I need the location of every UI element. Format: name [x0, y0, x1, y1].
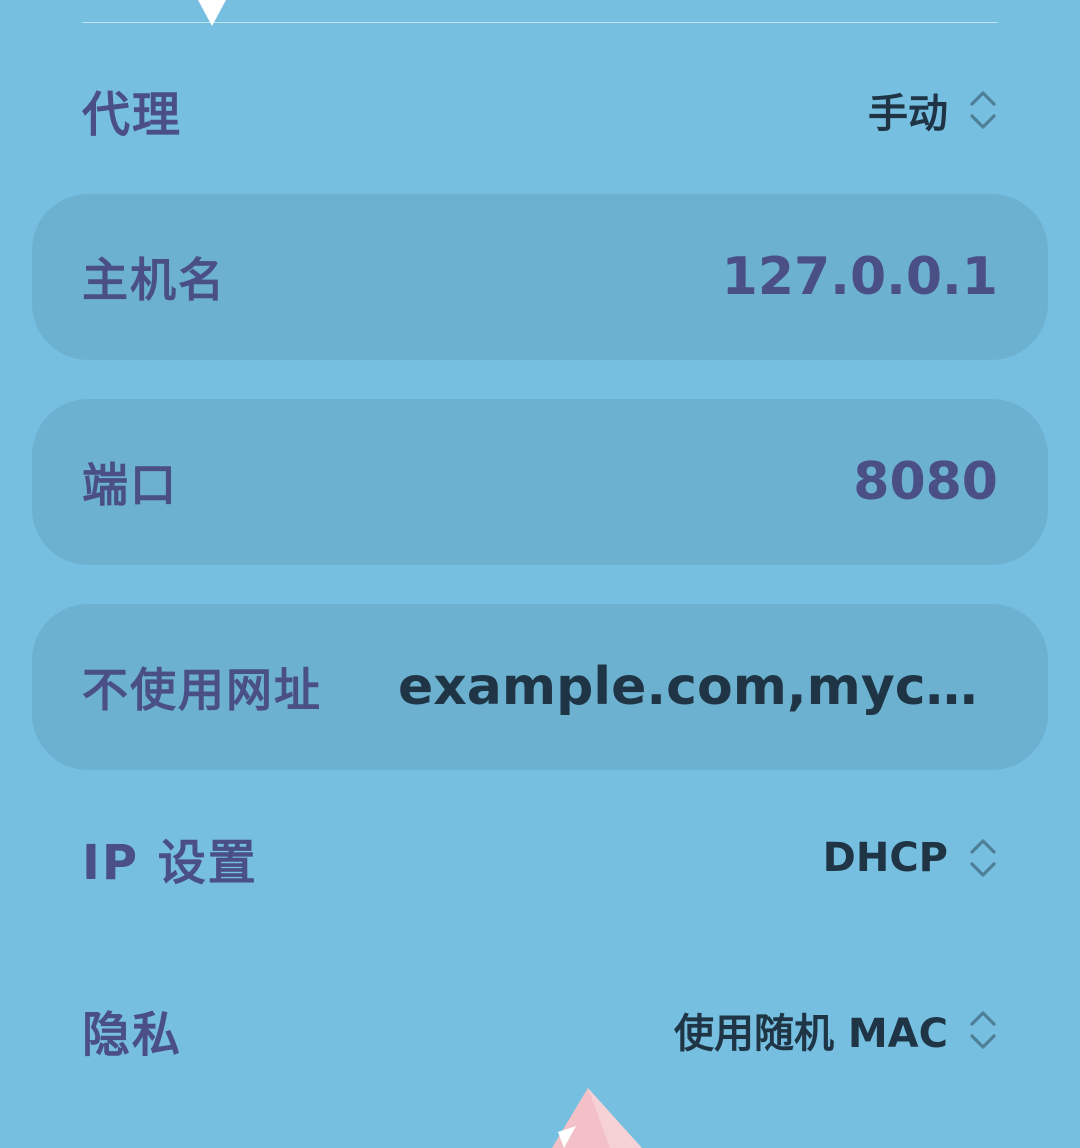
proxy-selector[interactable]: 手动 — [868, 81, 998, 139]
up-down-chevron-icon[interactable] — [968, 88, 998, 132]
ip-settings-selector[interactable]: DHCP — [823, 835, 998, 881]
dropdown-pointer — [198, 0, 226, 26]
proxy-label: 代理 — [82, 87, 183, 143]
hostname-label: 主机名 — [82, 253, 226, 307]
ip-settings-value[interactable]: DHCP — [823, 835, 948, 881]
proxy-value[interactable]: 手动 — [868, 81, 948, 139]
bypass-label: 不使用网址 — [82, 663, 322, 717]
port-field[interactable]: 端口 8080 — [32, 399, 1048, 565]
bypass-value[interactable]: example.com,myco... — [398, 657, 998, 717]
privacy-selector[interactable]: 使用随机 MAC — [674, 1001, 998, 1059]
decorative-paper-icon — [552, 1088, 642, 1148]
up-down-chevron-icon[interactable] — [968, 1008, 998, 1052]
hostname-value[interactable]: 127.0.0.1 — [722, 247, 998, 307]
privacy-label: 隐私 — [82, 1007, 183, 1063]
port-value[interactable]: 8080 — [853, 452, 998, 512]
bypass-field[interactable]: 不使用网址 example.com,myco... — [32, 604, 1048, 770]
privacy-row[interactable]: 隐私 使用随机 MAC — [82, 990, 998, 1070]
proxy-row[interactable]: 代理 手动 — [82, 72, 998, 148]
hostname-field[interactable]: 主机名 127.0.0.1 — [32, 194, 1048, 360]
up-down-chevron-icon[interactable] — [968, 836, 998, 880]
privacy-value[interactable]: 使用随机 MAC — [674, 1001, 948, 1059]
ip-settings-row[interactable]: IP 设置 DHCP — [82, 818, 998, 898]
port-label: 端口 — [82, 458, 178, 512]
ip-settings-label: IP 设置 — [82, 835, 258, 891]
